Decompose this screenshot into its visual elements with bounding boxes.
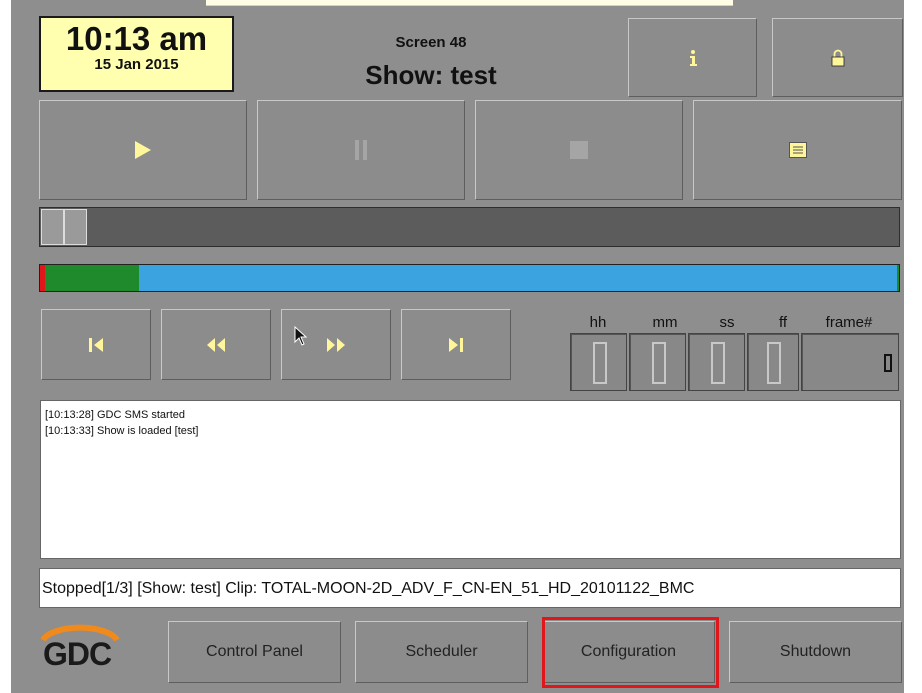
pause-button[interactable]: [257, 100, 465, 200]
timecode-header-frame: frame#: [825, 314, 873, 331]
position-slider-handle[interactable]: [41, 209, 87, 245]
clock-panel: 10:13 am 15 Jan 2015: [39, 16, 234, 92]
pause-icon: [355, 140, 367, 160]
timecode-seconds: [688, 333, 745, 391]
log-line: [10:13:33] Show is loaded [test]: [45, 425, 199, 437]
skip-to-end-icon: [449, 337, 463, 352]
playback-progress-bar: [39, 264, 900, 292]
position-slider[interactable]: [39, 207, 900, 247]
lock-icon: [831, 49, 844, 66]
mouse-cursor-icon: [294, 326, 308, 346]
timecode-frames: [747, 333, 799, 391]
info-button[interactable]: [628, 18, 757, 97]
stop-icon: [570, 141, 588, 159]
progress-end-marker: [897, 265, 899, 291]
skip-to-start-button[interactable]: [41, 309, 151, 380]
rewind-button[interactable]: [161, 309, 271, 380]
rewind-icon: [207, 337, 225, 352]
top-strip: [206, 0, 733, 6]
gdc-logo: GDC: [29, 622, 129, 672]
play-button[interactable]: [39, 100, 247, 200]
skip-to-end-button[interactable]: [401, 309, 511, 380]
timecode-hours-digit: [593, 342, 607, 384]
fast-forward-icon: [327, 337, 345, 352]
skip-to-start-icon: [89, 337, 103, 352]
lock-button[interactable]: [772, 18, 903, 97]
frame-number-digit: [884, 354, 892, 372]
timecode-frame-number: [801, 333, 899, 391]
timecode-frames-digit: [767, 342, 781, 384]
screen-label: Screen 48: [395, 34, 467, 51]
gdc-logo-text: GDC: [43, 636, 112, 672]
play-icon: [135, 141, 151, 159]
stop-button[interactable]: [475, 100, 683, 200]
clock-date: 15 Jan 2015: [94, 56, 179, 73]
highlight-box: [542, 617, 719, 688]
control-panel-button[interactable]: Control Panel: [168, 621, 341, 683]
info-icon: [689, 49, 697, 66]
timecode-hours: [570, 333, 627, 391]
show-title: Show: test: [365, 60, 497, 90]
timecode-minutes-digit: [652, 342, 666, 384]
log-line: [10:13:28] GDC SMS started: [45, 409, 186, 421]
timecode-header-mm: mm: [652, 314, 678, 331]
timecode-header-ff: ff: [778, 314, 788, 331]
timecode-seconds-digit: [711, 342, 725, 384]
timecode-minutes: [629, 333, 686, 391]
slider-handle-divider: [63, 210, 65, 244]
timecode-header-hh: hh: [589, 314, 607, 331]
app-window: 10:13 am 15 Jan 2015 Screen 48 Show: tes…: [11, 0, 904, 693]
playlist-icon: [788, 142, 807, 158]
progress-played: [45, 265, 139, 291]
playlist-button[interactable]: [693, 100, 902, 200]
scheduler-button[interactable]: Scheduler: [355, 621, 528, 683]
shutdown-button[interactable]: Shutdown: [729, 621, 902, 683]
clock-time: 10:13 am: [65, 20, 208, 57]
status-bar: Stopped[1/3] [Show: test] Clip: TOTAL-MO…: [39, 568, 901, 608]
event-log[interactable]: [10:13:28] GDC SMS started [10:13:33] Sh…: [40, 400, 901, 559]
timecode-header-ss: ss: [719, 314, 735, 331]
